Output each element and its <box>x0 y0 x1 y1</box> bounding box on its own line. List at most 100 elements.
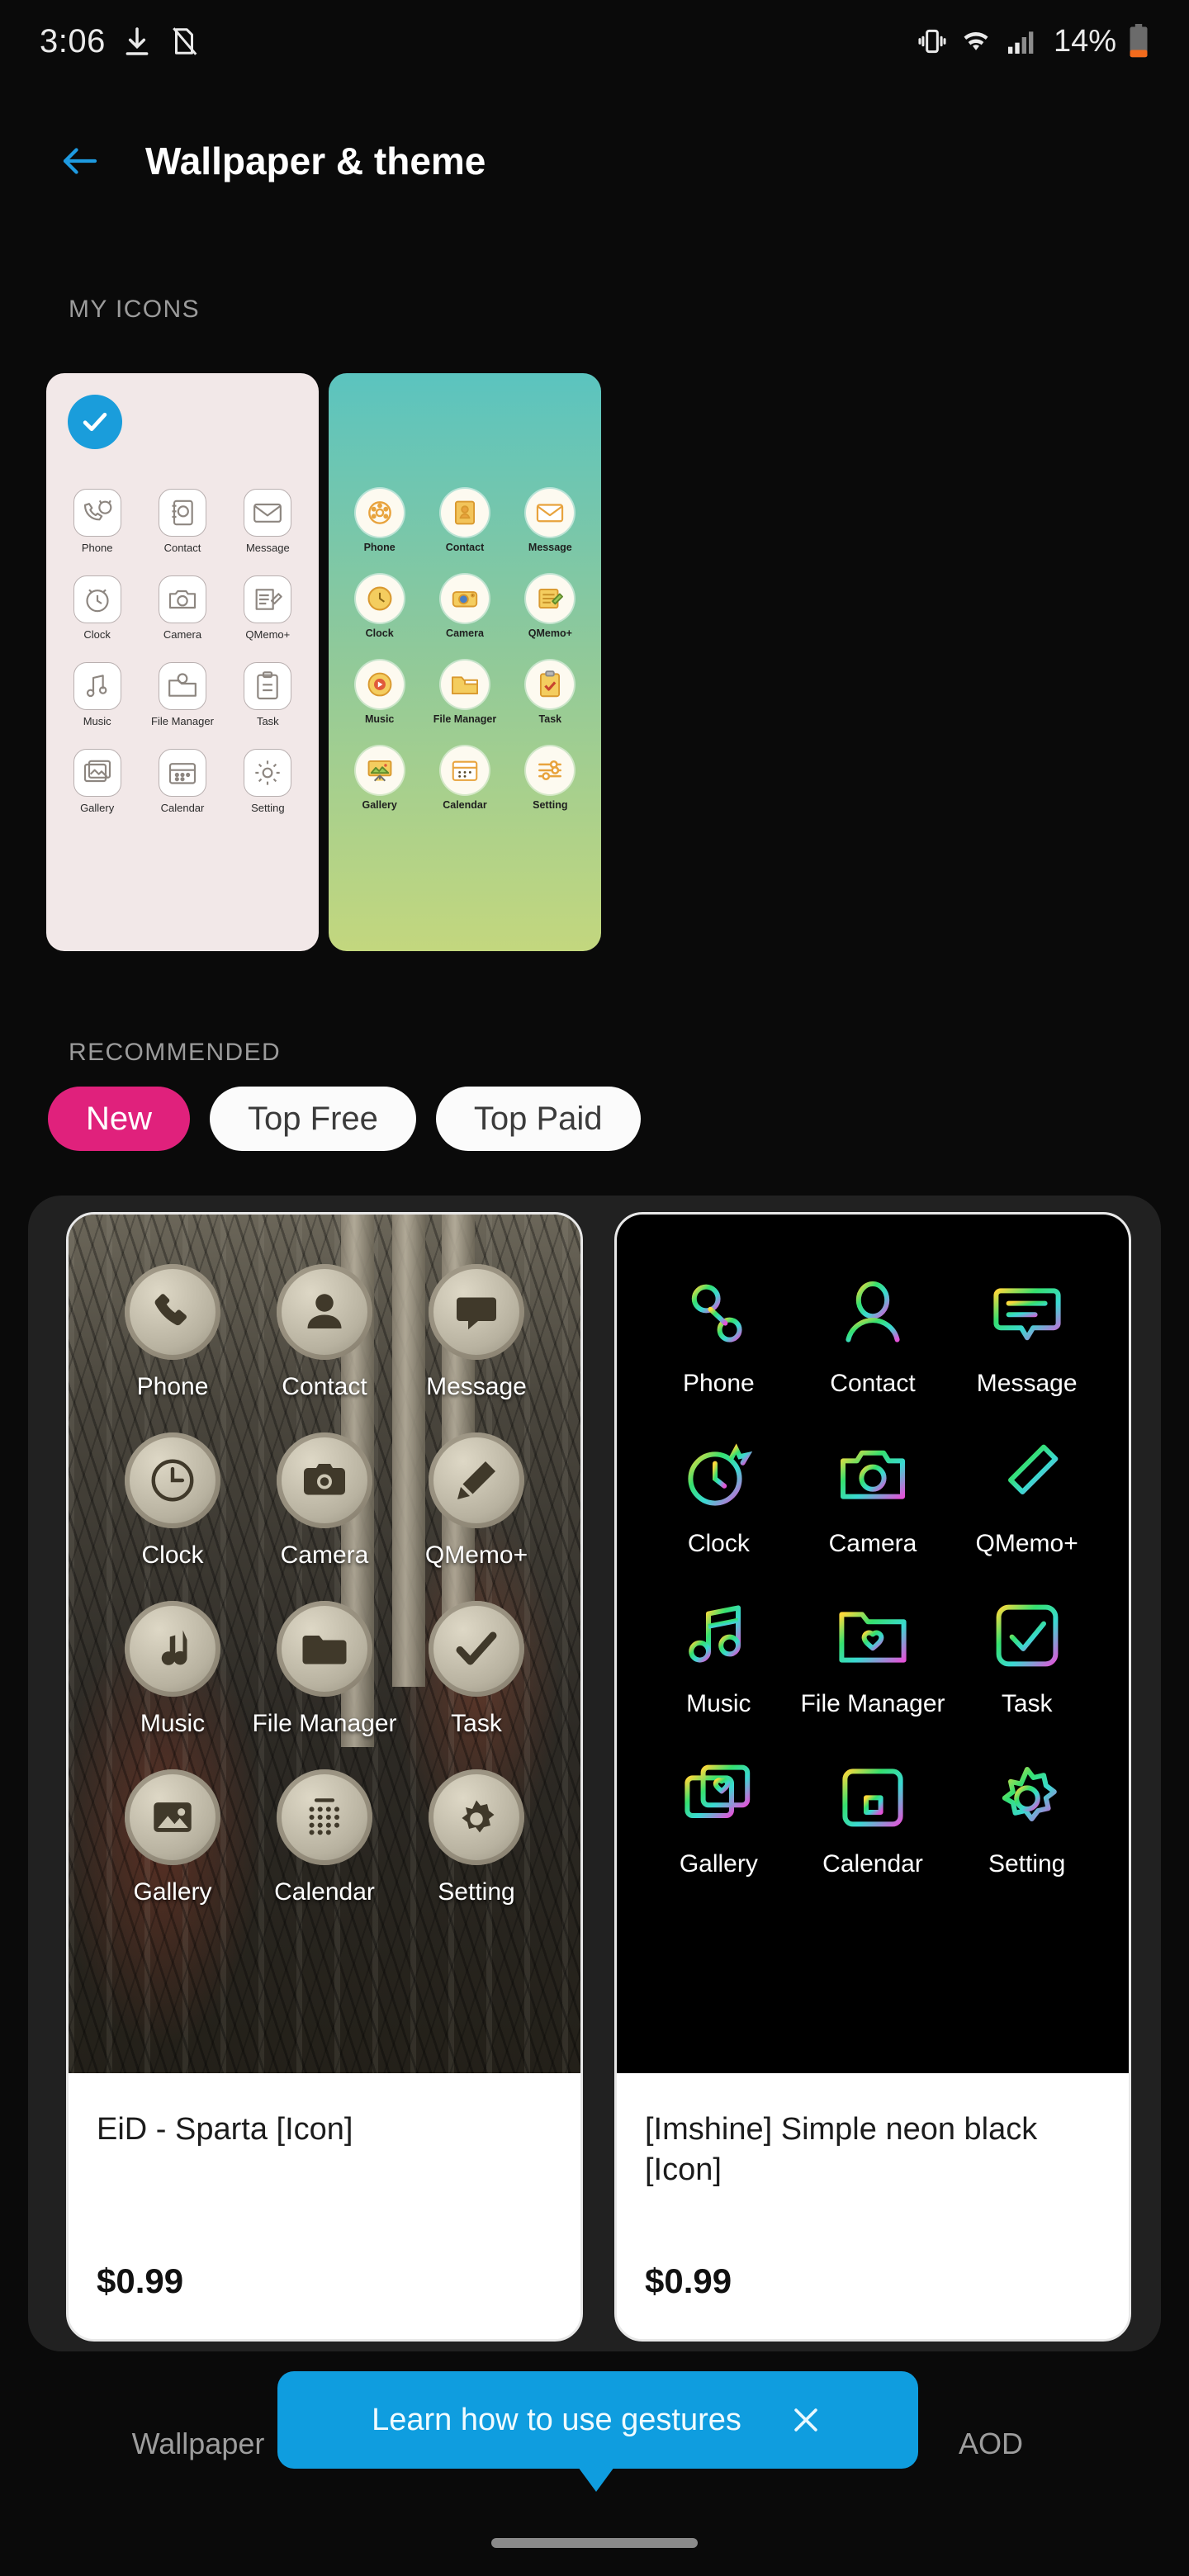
qmemo-icon <box>429 1432 524 1528</box>
theme-app-item: QMemo+ <box>225 575 310 641</box>
preview-app-item: Music <box>97 1601 249 1738</box>
setting-icon <box>244 749 292 797</box>
qmemo-icon <box>526 575 575 623</box>
preview-app-item: QMemo+ <box>950 1436 1104 1558</box>
preview-app-label: Setting <box>438 1878 515 1906</box>
preview-app-label: Gallery <box>679 1850 758 1878</box>
file-manager-icon <box>158 662 206 710</box>
product-price: $0.99 <box>645 2261 732 2300</box>
battery-percent: 14% <box>1053 23 1116 59</box>
preview-app-item: Gallery <box>97 1769 249 1906</box>
theme-app-label: Clock <box>83 628 111 641</box>
back-arrow-icon[interactable] <box>58 139 102 183</box>
calendar-icon <box>440 746 489 794</box>
chip-top-paid[interactable]: Top Paid <box>435 1087 641 1151</box>
theme-app-item: Calendar <box>422 746 507 811</box>
theme-app-label: Contact <box>445 542 485 553</box>
theme-app-item: Contact <box>140 489 225 554</box>
product-price: $0.99 <box>97 2261 184 2300</box>
preview-app-item: File Manager <box>249 1601 400 1738</box>
preview-app-label: Calendar <box>274 1878 375 1906</box>
product-card-eid-sparta[interactable]: Phone Contact Message Clock Camera QMemo… <box>66 1212 583 2342</box>
camera-icon <box>277 1432 372 1528</box>
recommended-section-label: RECOMMENDED <box>69 1039 282 1066</box>
preview-app-label: Task <box>451 1710 502 1737</box>
download-icon <box>121 25 154 58</box>
close-icon[interactable] <box>788 2402 824 2438</box>
product-preview: Phone Contact Message Clock Camera QMemo… <box>617 1215 1129 2073</box>
my-icons-list: Phone Contact Message Clock Camera QMemo… <box>46 373 601 951</box>
preview-app-item: Task <box>950 1596 1104 1718</box>
theme-app-item: QMemo+ <box>508 575 593 639</box>
theme-app-item: Clock <box>337 575 422 639</box>
theme-app-item: Task <box>508 661 593 725</box>
theme-app-item: Message <box>508 489 593 553</box>
gesture-tooltip[interactable]: Learn how to use gestures <box>277 2371 918 2469</box>
selected-check-icon <box>68 395 122 449</box>
theme-app-label: Setting <box>533 799 568 811</box>
product-meta: EiD - Sparta [Icon] $0.99 <box>69 2073 580 2339</box>
preview-app-item: Calendar <box>249 1769 400 1906</box>
chip-new[interactable]: New <box>48 1087 191 1151</box>
theme-app-item: Calendar <box>140 749 225 814</box>
task-icon <box>429 1601 524 1697</box>
product-card-imshine-neon[interactable]: Phone Contact Message Clock Camera QMemo… <box>614 1212 1131 2342</box>
theme-app-item: Gallery <box>54 749 140 814</box>
theme-card-yellow-gradient[interactable]: Phone Contact Message Clock Camera QMemo… <box>329 373 601 951</box>
product-title: EiD - Sparta [Icon] <box>97 2112 353 2147</box>
preview-app-item: Music <box>642 1596 796 1718</box>
preview-app-label: Task <box>1001 1690 1053 1717</box>
theme-app-grid: Phone Contact Message Clock Camera QMemo… <box>46 489 319 814</box>
preview-app-label: Message <box>426 1373 527 1400</box>
gallery-icon <box>125 1769 220 1865</box>
home-gesture-bar[interactable] <box>491 2538 698 2548</box>
preview-app-label: Phone <box>682 1370 755 1397</box>
theme-app-label: File Manager <box>433 713 497 725</box>
theme-app-label: Contact <box>163 542 201 554</box>
gallery-icon <box>355 746 404 794</box>
battery-low-icon <box>1128 24 1149 59</box>
message-icon <box>526 489 575 537</box>
theme-app-item: Camera <box>422 575 507 639</box>
theme-app-item: Phone <box>54 489 140 554</box>
task-icon <box>244 662 292 710</box>
theme-app-item: File Manager <box>422 661 507 725</box>
preview-app-label: Music <box>140 1710 206 1737</box>
filter-chip-group: New Top Free Top Paid <box>48 1087 641 1151</box>
status-bar: 3:06 14% <box>0 0 1189 83</box>
product-list: Phone Contact Message Clock Camera QMemo… <box>66 1212 1131 2342</box>
preview-app-item: Clock <box>97 1432 249 1570</box>
contact-icon <box>158 489 206 537</box>
theme-app-item: Phone <box>337 489 422 553</box>
page-title: Wallpaper & theme <box>145 140 486 182</box>
qmemo-icon <box>244 575 292 623</box>
calendar-icon <box>158 749 206 797</box>
status-bar-right: 14% <box>917 24 1149 59</box>
preview-app-label: Gallery <box>133 1878 212 1906</box>
preview-app-label: Message <box>976 1370 1078 1397</box>
phone-icon <box>355 489 404 537</box>
camera-icon <box>158 575 206 623</box>
signal-icon <box>1004 25 1037 58</box>
message-icon <box>429 1264 524 1360</box>
chip-top-free[interactable]: Top Free <box>210 1087 416 1151</box>
contact-icon <box>277 1264 372 1360</box>
theme-app-label: Gallery <box>80 802 115 814</box>
preview-app-item: Camera <box>249 1432 400 1570</box>
theme-app-label: Calendar <box>160 802 205 814</box>
preview-app-item: Contact <box>249 1264 400 1401</box>
theme-app-label: Music <box>83 715 111 727</box>
file-manager-icon <box>440 661 489 708</box>
music-icon <box>125 1601 220 1697</box>
theme-app-item: Setting <box>225 749 310 814</box>
theme-app-label: Clock <box>365 627 394 639</box>
message-icon <box>244 489 292 537</box>
preview-app-label: Contact <box>830 1370 916 1397</box>
product-title: [Imshine] Simple neon black [Icon] <box>645 2112 1038 2187</box>
preview-app-label: File Manager <box>800 1690 945 1717</box>
theme-app-label: Message <box>528 542 572 553</box>
theme-card-cat-pastel[interactable]: Phone Contact Message Clock Camera QMemo… <box>46 373 319 951</box>
clock-icon <box>73 575 121 623</box>
theme-app-item: Task <box>225 662 310 727</box>
preview-app-item: Setting <box>950 1756 1104 1878</box>
